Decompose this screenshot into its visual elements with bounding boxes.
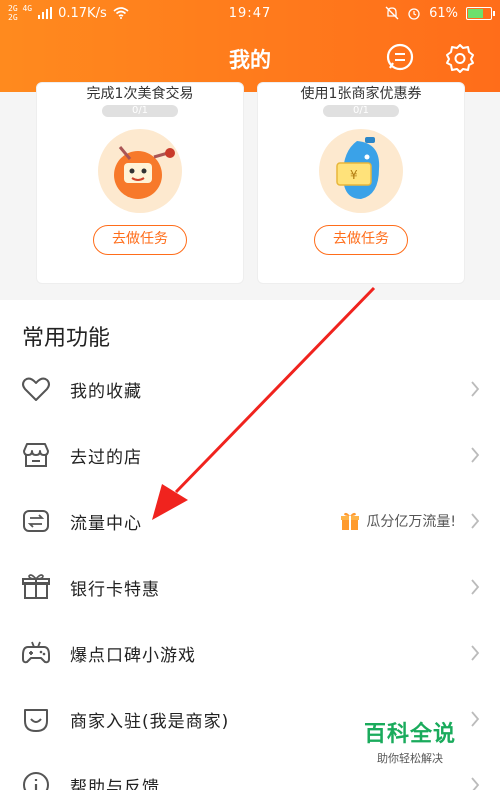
- food-mascot-icon: [98, 129, 182, 213]
- status-right: 61%: [385, 5, 495, 21]
- task-card: 使用1张商家优惠券 0/1 ¥ 去做任务: [257, 82, 465, 284]
- alarm-icon: [408, 8, 420, 20]
- header-bar: 2G 4G 2G 0.17K/s 19:47 61% 我的: [0, 0, 500, 92]
- task-progress: 0/1: [102, 105, 178, 117]
- task-card: 完成1次美食交易 0/1 去做任务: [36, 82, 244, 284]
- menu-item-favorites[interactable]: 我的收藏: [0, 356, 500, 422]
- gear-icon[interactable]: [444, 42, 476, 74]
- menu-item-label: 爆点口碑小游戏: [70, 645, 196, 666]
- gamepad-icon: [22, 641, 50, 664]
- menu-item-mini-games[interactable]: 爆点口碑小游戏: [0, 620, 500, 686]
- gift-box-icon: [341, 512, 360, 530]
- promo-text: 瓜分亿万流量!: [366, 514, 456, 530]
- menu-item-label: 商家入驻(我是商家): [70, 711, 230, 732]
- watermark-logo: 百科全说 助你轻松解决: [364, 716, 456, 766]
- svg-text:¥: ¥: [350, 168, 358, 182]
- status-left: 2G 4G 2G 0.17K/s: [8, 4, 129, 22]
- shop-icon: [23, 443, 49, 467]
- chevron-right-icon: [471, 513, 480, 529]
- section-title: 常用功能: [22, 326, 111, 351]
- network-type-top: 2G: [8, 4, 18, 13]
- do-task-button[interactable]: 去做任务: [314, 225, 408, 255]
- chevron-right-icon: [471, 777, 480, 790]
- battery-fill: [468, 8, 483, 18]
- chevron-right-icon: [471, 447, 480, 463]
- menu-item-label: 流量中心: [70, 513, 142, 534]
- coupon-mascot-illustration: ¥: [336, 137, 380, 199]
- food-mascot-illustration: [114, 146, 175, 199]
- status-bar: 2G 4G 2G 0.17K/s 19:47 61%: [0, 0, 500, 26]
- task-progress: 0/1: [323, 105, 399, 117]
- network-type-bottom: 2G: [8, 13, 18, 22]
- wifi-icon: [113, 7, 129, 19]
- task-cards: 完成1次美食交易 0/1 去做任务 使用1张商家优惠券 0/1 ¥ 去做任务: [0, 82, 500, 292]
- task-description: 完成1次美食交易: [86, 86, 194, 101]
- help-icon: [23, 772, 49, 790]
- menu-item-data-center[interactable]: 流量中心 瓜分亿万流量!: [0, 488, 500, 554]
- heart-icon: [22, 377, 50, 401]
- menu-item-label: 银行卡特惠: [70, 579, 160, 600]
- chevron-right-icon: [471, 645, 480, 661]
- menu-item-visited-shops[interactable]: 去过的店: [0, 422, 500, 488]
- network-speed: 0.17K/s: [58, 5, 107, 21]
- clock: 19:47: [228, 5, 272, 21]
- chevron-right-icon: [471, 381, 480, 397]
- do-task-button[interactable]: 去做任务: [93, 225, 187, 255]
- merchant-icon: [24, 709, 48, 732]
- coupon-mascot-icon: ¥: [319, 129, 403, 213]
- gift-icon: [22, 574, 50, 599]
- battery-icon: [466, 6, 495, 20]
- mute-bell-icon: [385, 6, 399, 20]
- signal-indicator: 2G 4G 2G: [8, 4, 32, 22]
- chevron-right-icon: [471, 579, 480, 595]
- network-type-mid: 4G: [22, 4, 33, 13]
- menu-item-label: 我的收藏: [70, 381, 142, 402]
- watermark-title: 百科全说: [364, 722, 457, 747]
- chevron-right-icon: [471, 711, 480, 727]
- menu-item-label: 去过的店: [70, 447, 142, 468]
- page-title: 我的: [229, 48, 271, 72]
- data-swap-icon: [23, 510, 49, 532]
- chat-bubble-icon[interactable]: [384, 42, 416, 74]
- signal-bars-icon: [38, 7, 53, 19]
- watermark-subtitle: 助你轻松解决: [377, 752, 443, 765]
- menu-item-bank-card-deals[interactable]: 银行卡特惠: [0, 554, 500, 620]
- battery-percent: 61%: [429, 5, 458, 21]
- menu-item-label: 帮助与反馈: [70, 777, 160, 790]
- promo-tag[interactable]: 瓜分亿万流量!: [340, 511, 456, 531]
- task-description: 使用1张商家优惠券: [300, 86, 422, 101]
